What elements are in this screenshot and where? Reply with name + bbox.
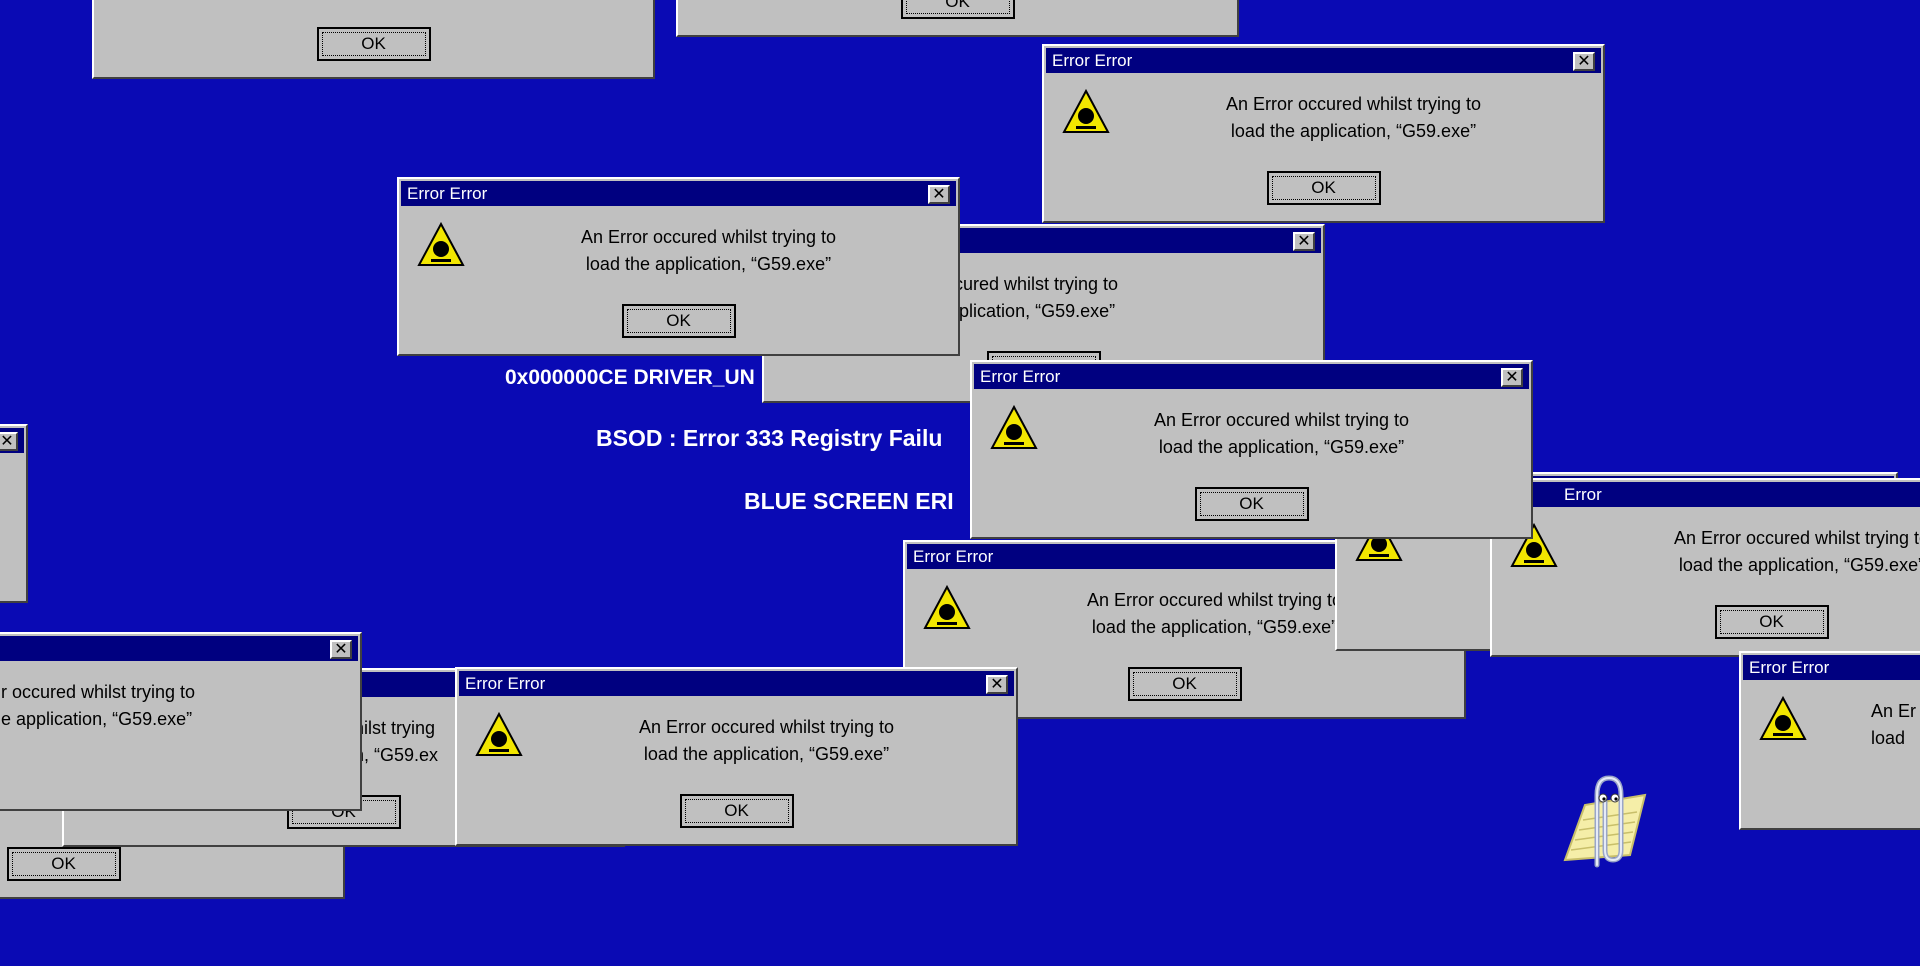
message-line-1: An Er [1871, 701, 1917, 721]
message-line-2: load the application, “G59.exe” [643, 744, 890, 764]
close-button[interactable]: ✕ [1501, 368, 1523, 387]
ok-button[interactable]: OK [316, 27, 431, 61]
error-dialog: Error Error ✕ An Error occured whilst try… [455, 667, 1018, 846]
bsod-registry-error: BSOD : Error 333 Registry Failu [596, 425, 943, 451]
ok-button[interactable]: OK [1127, 667, 1242, 701]
ok-button-label: OK [321, 32, 426, 56]
close-button[interactable]: ✕ [330, 640, 352, 659]
dialog-title: Error Error [1749, 658, 1830, 677]
error-dialog: Error Error✕ An Erload OK [1739, 651, 1920, 830]
warning-triangle-icon [990, 404, 1038, 449]
message-line-1: An Error occured whilst trying to [1153, 410, 1410, 430]
error-dialog: ✕ OK [92, 0, 655, 79]
message-line-2: load the application, “G59.exe” [1158, 437, 1405, 457]
ok-button-label: OK [684, 799, 789, 823]
ok-button-label: OK [626, 309, 731, 333]
dialog-title-bar[interactable]: ✕ [0, 428, 24, 453]
dialog-message: An Error occured whilst trying to load th… [1052, 407, 1511, 461]
close-icon: ✕ [990, 674, 1004, 693]
error-dialog: Error✕ An Error occured whilst trying to… [1490, 478, 1920, 657]
error-dialog: Error Error ✕ An Error occured whilst try… [1042, 44, 1605, 223]
dialog-title: Error Error [465, 674, 546, 693]
dialog-message: An Error occured whilst trying to load th… [537, 714, 996, 768]
close-icon: ✕ [1577, 51, 1591, 70]
dialog-title: Error Error [980, 367, 1061, 386]
error-dialog: ✕ OK [676, 0, 1239, 37]
dialog-title-bar[interactable]: Error Error ✕ [401, 181, 956, 206]
dialog-title: Error Error [407, 184, 488, 203]
message-line-1: An Error occured whilst trying to [1225, 94, 1482, 114]
warning-triangle-icon [1062, 88, 1110, 133]
error-dialog: ✕ r occured whilst trying to e applicatio… [0, 632, 362, 811]
dialog-title: Error [1564, 485, 1602, 504]
ok-button-label: OK [1199, 492, 1304, 516]
ok-button-label: OK [1132, 672, 1237, 696]
message-line-2: load the application, “G59.exe” [1230, 121, 1477, 141]
close-icon: ✕ [932, 184, 946, 203]
message-line-1: r occured whilst trying to [1, 682, 196, 702]
close-icon: ✕ [1505, 367, 1519, 386]
ok-button-label: OK [11, 852, 116, 876]
warning-triangle-icon [923, 584, 971, 629]
dialog-title-bar[interactable]: Error✕ [1494, 482, 1920, 507]
message-line-2: load the application, “G59.exe” [585, 254, 832, 274]
message-line-1: r occured whilst trying to [924, 274, 1119, 294]
ok-button-label: OK [1719, 610, 1824, 634]
close-button[interactable]: ✕ [1293, 232, 1315, 251]
ok-button[interactable]: OK [1194, 487, 1309, 521]
dialog-title-bar[interactable]: Error Error ✕ [459, 671, 1014, 696]
ok-button[interactable]: OK [900, 0, 1015, 19]
ok-button[interactable]: OK [1266, 171, 1381, 205]
close-button[interactable]: ✕ [0, 432, 18, 451]
ok-button-label: OK [1271, 176, 1376, 200]
dialog-message: r occured whilst trying to e application,… [0, 679, 360, 733]
close-button[interactable]: ✕ [1573, 52, 1595, 71]
message-line-1: An Error occured whilst trying to [638, 717, 895, 737]
dialog-title-bar[interactable]: ✕ [0, 636, 358, 661]
warning-triangle-icon [475, 711, 523, 756]
close-icon: ✕ [334, 639, 348, 658]
error-dialog: ✕ OK [0, 424, 28, 603]
warning-triangle-icon [417, 221, 465, 266]
dialog-message: An Error occured whilst trying to load th… [1572, 525, 1920, 579]
dialog-title: Error Error [913, 547, 994, 566]
ok-button[interactable]: OK [1714, 605, 1829, 639]
close-button[interactable]: ✕ [986, 675, 1008, 694]
close-button[interactable]: ✕ [928, 185, 950, 204]
dialog-message: An Error occured whilst trying to load th… [1124, 91, 1583, 145]
error-dialog: Error Error ✕ An Error occured whilst try… [397, 177, 960, 356]
ok-button[interactable]: OK [6, 847, 121, 881]
ok-button[interactable]: OK [621, 304, 736, 338]
message-line-1: An Error occured whilst trying to [1673, 528, 1920, 548]
close-icon: ✕ [1297, 231, 1311, 250]
dialog-message: An Error occured whilst trying to load th… [479, 224, 938, 278]
message-line-2: load [1871, 728, 1906, 748]
dialog-title-bar[interactable]: Error Error✕ [1743, 655, 1920, 680]
message-line-1: An Error occured whilst trying to [580, 227, 837, 247]
ok-button[interactable]: OK [679, 794, 794, 828]
dialog-message: An Er load [1741, 698, 1920, 752]
message-line-2: e application, “G59.exe” [1, 709, 193, 729]
ok-button-label: OK [905, 0, 1010, 14]
error-dialog: Error Error ✕ An Error occured whilst try… [970, 360, 1533, 539]
bsod-desktop: 0x000000CE DRIVER_UN BSOD : Error 333 Re… [0, 0, 1920, 966]
dialog-title: Error Error [1052, 51, 1133, 70]
message-line-2: e application, “G59.exe” [924, 301, 1116, 321]
bsod-title: BLUE SCREEN ERI [744, 488, 954, 514]
bsod-error-code: 0x000000CE DRIVER_UN [505, 366, 755, 389]
close-icon: ✕ [0, 431, 14, 450]
dialog-title-bar[interactable]: Error Error ✕ [1046, 48, 1601, 73]
clippy-paperclip-icon[interactable] [1545, 770, 1655, 870]
message-line-2: load the application, “G59.exe” [1678, 555, 1920, 575]
dialog-title-bar[interactable]: Error Error ✕ [974, 364, 1529, 389]
